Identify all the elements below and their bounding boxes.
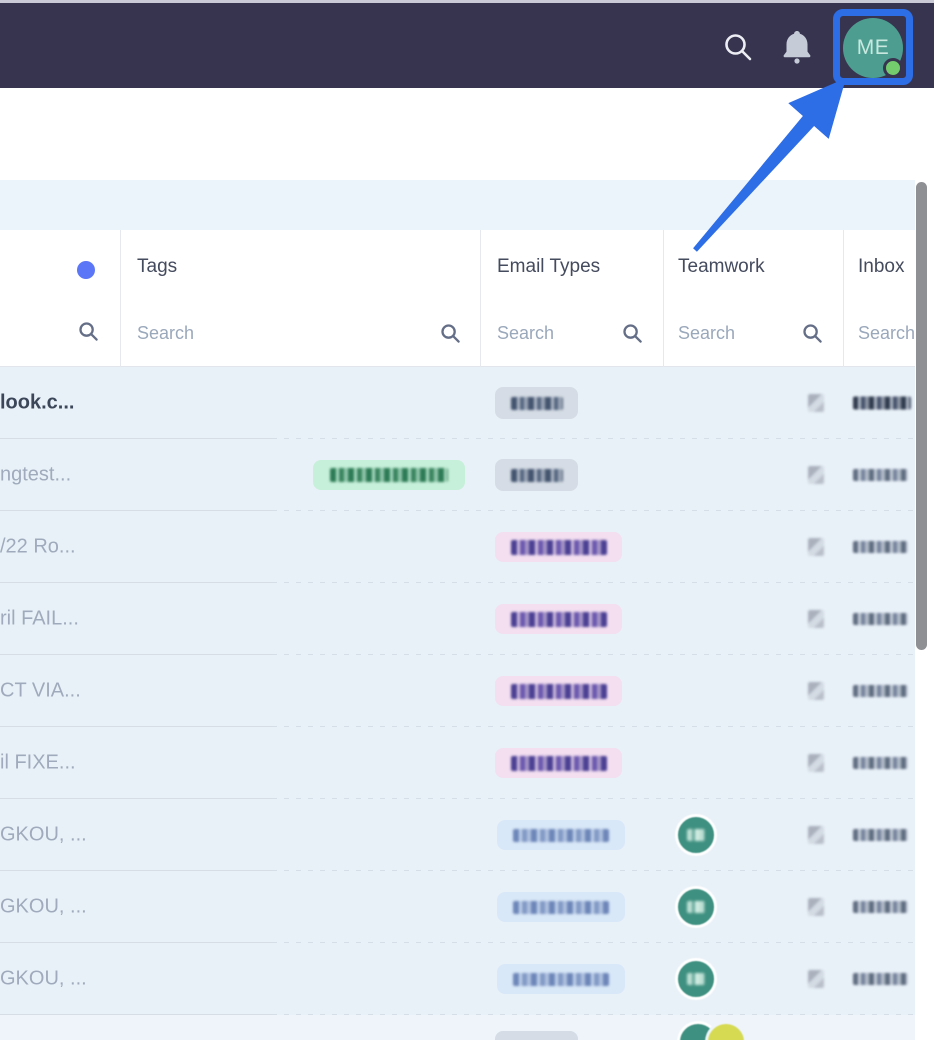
column-divider [120,230,121,367]
email-subject[interactable]: GKOU, ... [0,824,87,847]
inbox-name [853,901,908,913]
column-divider [480,230,481,367]
email-type-tag[interactable] [497,820,625,850]
table-row[interactable]: GKOU, ... [0,871,934,943]
tags-search-icon[interactable] [440,323,461,344]
table-row[interactable]: GKOU, ... [0,943,934,1015]
column-header-teamwork[interactable]: Teamwork [678,256,765,278]
vertical-scrollbar-track[interactable] [915,180,934,1040]
bell-icon[interactable] [780,29,814,65]
online-status-dot [883,58,903,78]
annotation-highlight-box: ME [833,9,913,85]
inbox-name [853,757,908,769]
email-type-tag[interactable] [495,748,622,778]
email-subject[interactable]: GKOU, ... [0,968,87,991]
email-table-body: look.c... ngtest... /22 Ro... ril FAIL..… [0,367,934,1040]
inbox-name [853,541,908,553]
email-types-search-input[interactable] [497,316,612,350]
column-header-email-types[interactable]: Email Types [497,256,600,278]
inbox-toolbar: Mark All as Read ⚙ 207 Emails [0,88,934,180]
email-types-search-icon[interactable] [622,323,643,344]
table-top-band [0,180,934,230]
table-row[interactable]: /22 Ro... [0,511,934,583]
inbox-name [853,973,908,985]
email-subject[interactable]: ril FAIL... [0,608,79,631]
vertical-scrollbar-thumb[interactable] [916,182,927,650]
column-divider [663,230,664,367]
email-subject[interactable]: ngtest... [0,464,71,487]
inbox-icon [808,394,824,412]
table-row[interactable]: ngtest... [0,439,934,511]
column-header-tags[interactable]: Tags [137,256,177,278]
inbox-name [853,469,908,481]
inbox-name [853,685,908,697]
status-column-search-icon[interactable] [78,321,99,342]
email-subject[interactable]: GKOU, ... [0,896,87,919]
search-icon[interactable] [722,31,754,63]
teamwork-avatar[interactable] [675,814,717,856]
teamwork-avatar[interactable] [675,958,717,1000]
teamwork-search-icon[interactable] [802,323,823,344]
inbox-icon [808,826,824,844]
email-type-tag[interactable] [495,459,578,491]
email-type-tag[interactable] [495,1031,578,1040]
table-row[interactable]: GKOU, ... [0,799,934,871]
top-navbar: ME [0,3,934,88]
email-subject[interactable]: /22 Ro... [0,536,76,559]
inbox-icon [808,538,824,556]
email-type-tag[interactable] [495,676,622,706]
teamwork-search-input[interactable] [678,316,790,350]
inbox-icon [808,466,824,484]
column-header-inbox[interactable]: Inbox [858,256,904,278]
email-type-tag[interactable] [495,387,578,419]
inbox-icon [808,898,824,916]
inbox-search-input[interactable] [858,316,916,350]
inbox-icon [808,754,824,772]
table-row[interactable]: il FIXE... [0,727,934,799]
table-row[interactable]: ril FAIL... [0,583,934,655]
inbox-name [853,613,908,625]
inbox-name [853,397,911,410]
column-divider [843,230,844,367]
table-header: Tags Email Types Teamwork Inbox [0,230,934,367]
email-subject[interactable]: look.c... [0,392,74,415]
app-screen: ME Mark All as Read ⚙ 207 Emails Tags Em… [0,0,934,1040]
email-type-tag[interactable] [497,964,625,994]
inbox-icon [808,610,824,628]
email-type-tag[interactable] [495,532,622,562]
tag-pill[interactable] [313,460,465,490]
table-row[interactable]: look.c... [0,367,934,439]
unread-filter-dot[interactable] [77,261,95,279]
email-type-tag[interactable] [497,892,625,922]
inbox-icon [808,970,824,988]
teamwork-avatar[interactable] [705,1021,747,1040]
table-row[interactable]: CT VIA... [0,655,934,727]
inbox-name [853,829,908,841]
avatar-initials: ME [857,36,890,60]
email-subject[interactable]: il FIXE... [0,752,76,775]
inbox-icon [808,682,824,700]
table-row[interactable] [0,1015,934,1040]
teamwork-avatar[interactable] [675,886,717,928]
tags-search-input[interactable] [137,316,427,350]
email-subject[interactable]: CT VIA... [0,680,81,703]
email-type-tag[interactable] [495,604,622,634]
